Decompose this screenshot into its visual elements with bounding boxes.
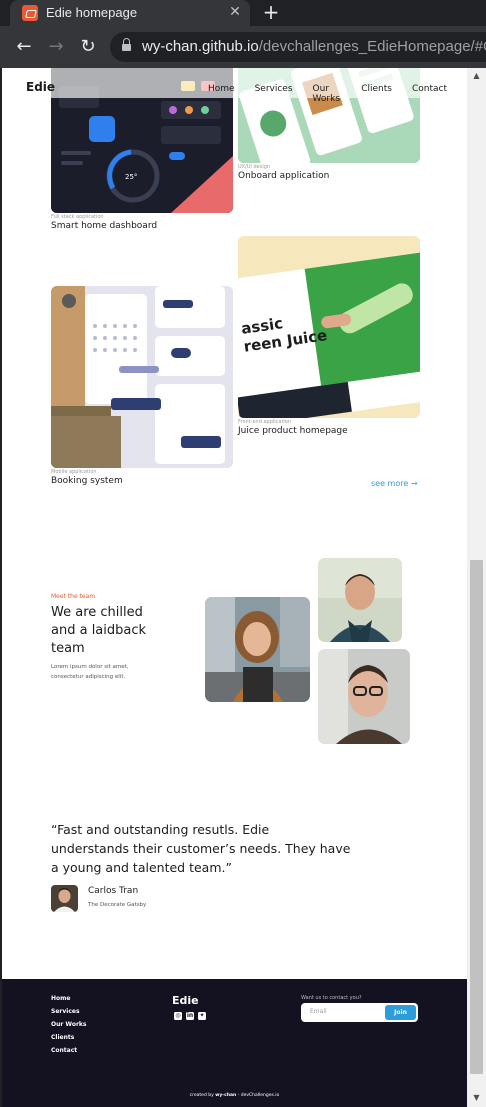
project-category: Mobile application <box>51 469 97 475</box>
back-arrow-icon[interactable]: ← <box>12 35 36 59</box>
team-description: Lorem ipsum dolor sit amet, consectetur … <box>51 664 129 680</box>
footer-link-services[interactable]: Services <box>51 1008 86 1015</box>
see-more-link[interactable]: see more → <box>371 479 418 488</box>
tab-title: Edie homepage <box>46 5 138 20</box>
nav-our-works[interactable]: Our Works <box>313 84 342 104</box>
join-button[interactable]: Join <box>385 1005 416 1020</box>
forward-arrow-icon[interactable]: → <box>44 35 68 59</box>
testimonial-quote: “Fast and outstanding resutls. Edie unde… <box>51 822 351 875</box>
site-favicon-icon <box>22 5 38 21</box>
nav-services[interactable]: Services <box>255 84 293 104</box>
footer-link-home[interactable]: Home <box>51 995 86 1002</box>
web-page: 25° Full stack application Smart home da… <box>2 68 467 1107</box>
scrollbar-thumb[interactable] <box>470 560 483 1074</box>
site-header: Edie Home Services Our Works Clients Con… <box>2 68 467 104</box>
browser-tab[interactable]: Edie homepage ✕ <box>10 0 250 26</box>
contact-label: Want us to contact you? <box>301 995 362 1001</box>
project-category: Front-end application <box>238 419 292 425</box>
footer-nav: Home Services Our Works Clients Contact <box>51 995 86 1060</box>
project-title[interactable]: Onboard application <box>238 171 329 181</box>
project-category: UX/UI design <box>238 164 271 170</box>
nav-clients[interactable]: Clients <box>361 84 392 104</box>
footer-link-our-works[interactable]: Our Works <box>51 1021 86 1028</box>
site-footer: Home Services Our Works Clients Contact … <box>2 979 467 1107</box>
project-title[interactable]: Juice product homepage <box>238 426 348 436</box>
close-tab-icon[interactable]: ✕ <box>226 3 244 21</box>
twitter-icon[interactable]: ✦ <box>198 1012 206 1020</box>
team-tag: Meet the team <box>51 593 96 600</box>
nav-contact[interactable]: Contact <box>412 84 447 104</box>
credit-author-link[interactable]: wy-chan <box>215 1093 236 1098</box>
lock-icon[interactable] <box>122 38 131 52</box>
address-bar[interactable]: wy-chan.github.io/devchallenges_EdieHome… <box>110 32 486 62</box>
browser-toolbar: ← → ↻ wy-chan.github.io/devchallenges_Ed… <box>0 26 486 68</box>
page-scrollbar[interactable]: ▲ ▼ <box>467 68 486 1107</box>
team-photo-man-bottom <box>318 649 410 744</box>
email-input[interactable] <box>310 1008 380 1015</box>
footer-link-contact[interactable]: Contact <box>51 1047 86 1054</box>
url-text[interactable]: wy-chan.github.io/devchallenges_EdieHome… <box>142 38 486 55</box>
browser-viewport: 25° Full stack application Smart home da… <box>0 68 486 1107</box>
footer-logo: Edie <box>172 994 199 1007</box>
team-title: We are chilled and a laidback team <box>51 605 147 656</box>
project-category: Full stack application <box>51 214 104 220</box>
team-photo-man-top <box>318 558 402 642</box>
booking-illustration <box>51 286 233 468</box>
author-name: Carlos Tran <box>88 886 139 896</box>
new-tab-icon[interactable]: + <box>260 2 282 24</box>
project-title[interactable]: Booking system <box>51 476 123 486</box>
browser-tab-bar: Edie homepage ✕ + <box>0 0 486 26</box>
email-form: Join <box>301 1003 418 1022</box>
scroll-up-icon[interactable]: ▲ <box>467 68 486 84</box>
team-photo-woman <box>205 597 310 702</box>
author-company: The Decorate Gatsby <box>88 902 147 908</box>
project-title[interactable]: Smart home dashboard <box>51 221 157 231</box>
author-avatar <box>51 885 78 912</box>
main-nav: Home Services Our Works Clients Contact <box>208 84 467 104</box>
scroll-down-icon[interactable]: ▼ <box>467 1090 486 1106</box>
nav-home[interactable]: Home <box>208 84 235 104</box>
footer-credit: created by wy-chan - devChallenges.io <box>189 1093 280 1098</box>
project-image-booking[interactable] <box>51 286 233 468</box>
reload-icon[interactable]: ↻ <box>76 35 100 59</box>
project-image-juice[interactable]: assic reen Juice <box>238 236 420 418</box>
svg-text:25°: 25° <box>125 173 137 181</box>
linkedin-icon[interactable]: in <box>186 1012 194 1020</box>
site-logo[interactable]: Edie <box>26 80 55 94</box>
instagram-icon[interactable]: ◎ <box>174 1012 182 1020</box>
footer-link-clients[interactable]: Clients <box>51 1034 86 1041</box>
